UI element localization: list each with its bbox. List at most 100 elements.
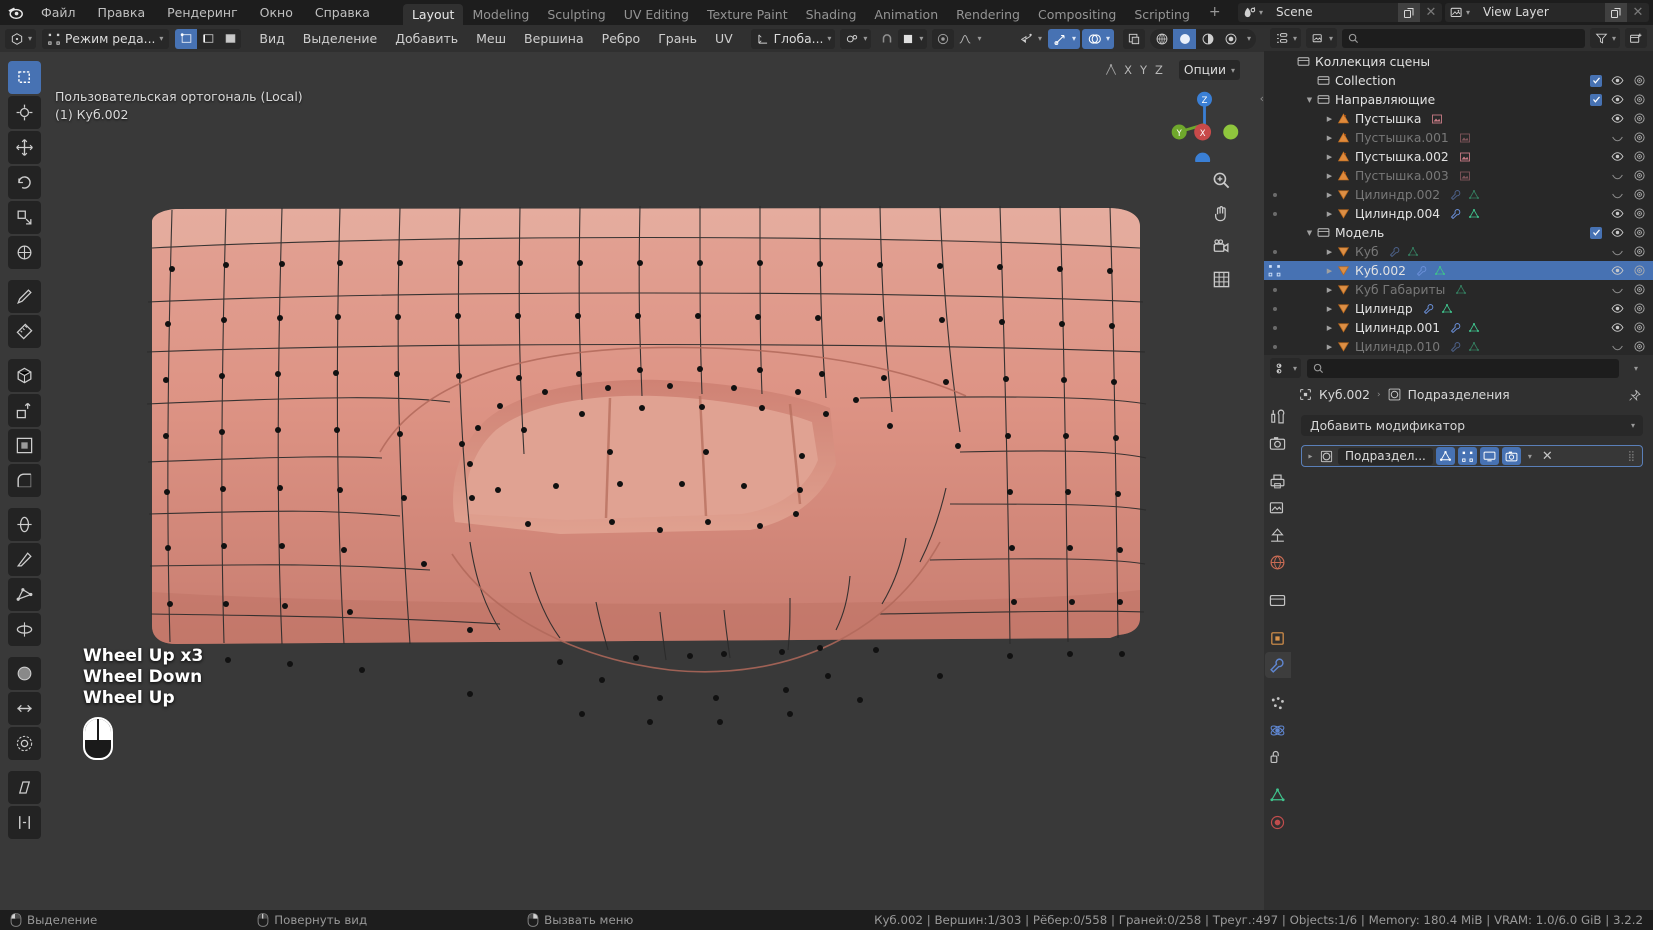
outliner-row[interactable]: Коллекция сцены — [1264, 52, 1653, 71]
mesh-data-icon[interactable] — [1434, 265, 1446, 277]
visibility-toggle-icon[interactable] — [1611, 283, 1624, 296]
render-visibility-icon[interactable] — [1633, 112, 1646, 125]
workspace-tab-scripting[interactable]: Scripting — [1125, 4, 1199, 25]
new-scene-button[interactable] — [1398, 3, 1420, 22]
add-cube-icon[interactable] — [8, 359, 41, 392]
modifier-icon[interactable] — [1450, 208, 1462, 220]
modifier-panel-header[interactable]: ▾ Подраздел... ▾ ✕ ⣿ — [1301, 445, 1643, 467]
visibility-toggle-icon[interactable] — [1611, 150, 1624, 163]
outliner-row-selected[interactable]: ▶ Куб.002 — [1264, 261, 1653, 280]
visibility-toggle-icon[interactable] — [1611, 188, 1624, 201]
visibility-toggle-icon[interactable] — [1611, 321, 1624, 334]
properties-tab-object-props[interactable] — [1265, 625, 1291, 651]
workspace-tab-rendering[interactable]: Rendering — [947, 4, 1029, 25]
object-types-visibility-selector[interactable]: ▾ — [1014, 29, 1046, 49]
render-display-icon[interactable] — [1501, 447, 1521, 465]
modifier-icon[interactable] — [1450, 322, 1462, 334]
ortho-persp-grid-icon[interactable] — [1208, 266, 1234, 292]
navigation-gizmo[interactable]: Z Y X — [1167, 87, 1242, 162]
measure-icon[interactable] — [8, 315, 41, 348]
mesh-data-icon[interactable] — [1468, 208, 1480, 220]
add-modifier-button[interactable]: Добавить модификатор ▾ — [1301, 415, 1643, 436]
outliner-row[interactable]: ▶ Цилиндр.001 — [1264, 318, 1653, 337]
realtime-display-icon[interactable] — [1479, 447, 1499, 465]
visibility-toggle-icon[interactable] — [1611, 264, 1624, 277]
vertex-select-icon[interactable] — [175, 28, 198, 49]
proportional-falloff-selector[interactable]: ▾ — [954, 29, 985, 49]
axis-lock-y[interactable]: Y — [1138, 63, 1149, 77]
outliner-search-input[interactable] — [1342, 28, 1585, 48]
properties-tab-world-props[interactable] — [1265, 549, 1291, 575]
collection-checkbox[interactable] — [1590, 74, 1602, 87]
modifier-icon[interactable] — [1416, 265, 1428, 277]
properties-collapse-button[interactable]: ▾ — [1625, 358, 1647, 378]
gizmo-toggle[interactable]: ▾ — [1047, 28, 1080, 49]
visibility-toggle-icon[interactable] — [1611, 93, 1624, 106]
disclosure-triangle-right-icon[interactable]: ▶ — [1324, 172, 1335, 180]
rendered-shading-icon[interactable] — [1219, 28, 1242, 49]
knife-icon[interactable] — [8, 543, 41, 576]
render-visibility-icon[interactable] — [1633, 207, 1646, 220]
on-cage-icon[interactable] — [1435, 447, 1455, 465]
properties-tab-material-props[interactable] — [1265, 809, 1291, 835]
app-menu-3[interactable]: Окно — [249, 0, 304, 25]
render-visibility-icon[interactable] — [1633, 321, 1646, 334]
outliner-filter-id-icon[interactable]: ▾ — [1306, 28, 1338, 48]
smooth-icon[interactable] — [8, 657, 41, 690]
outliner-row[interactable]: ▶ Пустышка — [1264, 109, 1653, 128]
app-menu-1[interactable]: Правка — [87, 0, 157, 25]
rip-region-icon[interactable] — [8, 806, 41, 839]
properties-tab-object-data-props[interactable] — [1265, 782, 1291, 808]
editor-type-selector[interactable]: ▾ — [5, 28, 37, 49]
camera-view-icon[interactable] — [1208, 233, 1234, 259]
extrude-region-icon[interactable] — [8, 394, 41, 427]
outliner-row[interactable]: ▶ Цилиндр.010 — [1264, 337, 1653, 355]
modifier-icon[interactable] — [1450, 189, 1462, 201]
collection-checkbox[interactable] — [1590, 93, 1602, 106]
modifier-icon[interactable] — [1450, 341, 1462, 353]
render-visibility-icon[interactable] — [1633, 283, 1646, 296]
viewport-menu-6[interactable]: Грань — [649, 25, 706, 52]
collection-checkbox[interactable] — [1590, 226, 1602, 239]
mesh-data-icon[interactable] — [1407, 246, 1419, 258]
edge-select-icon[interactable] — [197, 28, 220, 49]
visibility-toggle-icon[interactable] — [1611, 169, 1624, 182]
outliner-tree[interactable]: Коллекция сцены Collection ▼ Направляющие ▶ П… — [1264, 51, 1653, 355]
pivot-point-selector[interactable]: ▾ — [840, 28, 872, 49]
render-visibility-icon[interactable] — [1633, 245, 1646, 258]
render-visibility-icon[interactable] — [1633, 188, 1646, 201]
visibility-toggle-icon[interactable] — [1611, 207, 1624, 220]
workspace-tab-modeling[interactable]: Modeling — [463, 4, 538, 25]
mesh-data-icon[interactable] — [1468, 189, 1480, 201]
disclosure-triangle-right-icon[interactable]: ▶ — [1324, 210, 1335, 218]
empty-image-icon[interactable] — [1459, 132, 1471, 144]
mesh-data-icon[interactable] — [1441, 303, 1453, 315]
properties-tab-tool[interactable] — [1265, 403, 1291, 429]
visibility-toggle-icon[interactable] — [1611, 74, 1624, 87]
empty-image-icon[interactable] — [1431, 113, 1443, 125]
transform-icon[interactable] — [8, 236, 41, 269]
close-icon[interactable]: ✕ — [1539, 449, 1556, 464]
disclosure-triangle-right-icon[interactable]: ▶ — [1324, 191, 1335, 199]
modifier-extras-dropdown[interactable]: ▾ — [1524, 452, 1536, 461]
workspace-tab-sculpting[interactable]: Sculpting — [538, 4, 614, 25]
move-icon[interactable] — [8, 131, 41, 164]
face-select-icon[interactable] — [219, 28, 242, 49]
magnet-icon[interactable] — [876, 29, 898, 49]
outliner-row[interactable]: ▶ Пустышка.003 — [1264, 166, 1653, 185]
mesh-data-icon[interactable] — [1468, 341, 1480, 353]
shrink-fatten-icon[interactable] — [8, 727, 41, 760]
inset-faces-icon[interactable] — [8, 429, 41, 462]
properties-tab-constraints-props[interactable] — [1265, 744, 1291, 770]
disclosure-triangle-right-icon[interactable]: ▶ — [1324, 324, 1335, 332]
outliner-filter-button[interactable]: ▾ — [1589, 28, 1620, 48]
workspace-tab-layout[interactable]: Layout — [402, 4, 464, 25]
workspace-tab-shading[interactable]: Shading — [797, 4, 866, 25]
disclosure-triangle-right-icon[interactable]: ▶ — [1324, 134, 1335, 142]
visibility-toggle-icon[interactable] — [1611, 340, 1624, 353]
render-visibility-icon[interactable] — [1633, 93, 1646, 106]
visibility-toggle-icon[interactable] — [1611, 302, 1624, 315]
proportional-edit-icon[interactable] — [932, 28, 955, 49]
view-layer-icon[interactable]: ▾ — [1445, 3, 1475, 22]
viewport-menu-1[interactable]: Выделение — [294, 25, 386, 52]
